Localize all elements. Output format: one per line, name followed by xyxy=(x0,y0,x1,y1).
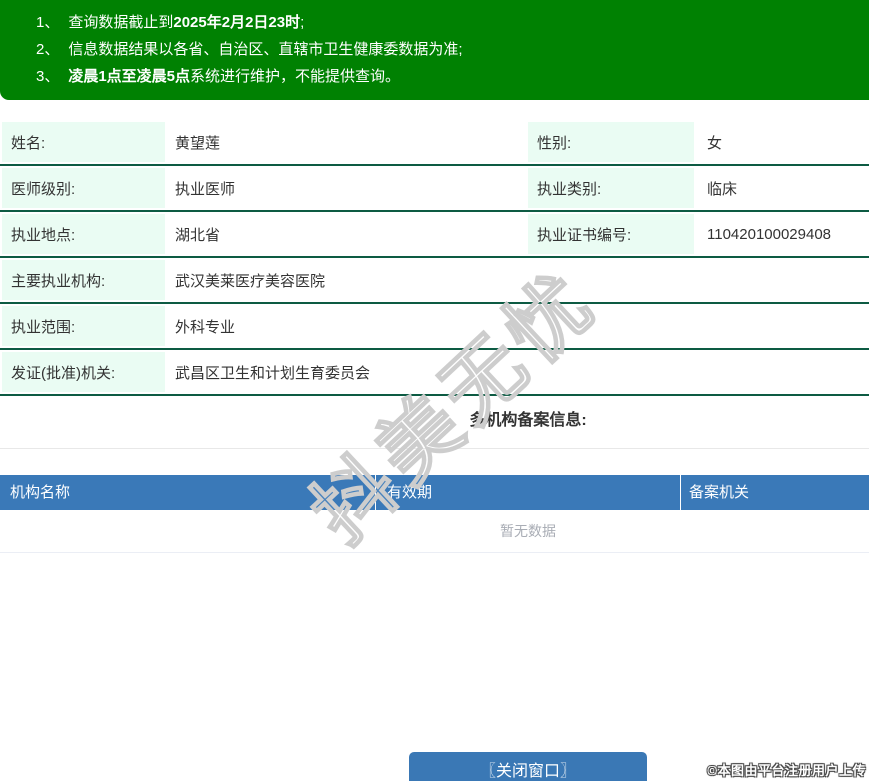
field-value-name: 黄望莲 xyxy=(175,134,221,152)
field-label-practice-location: 执业地点: xyxy=(2,214,165,254)
field-value-gender: 女 xyxy=(707,134,723,152)
column-header-filing-authority: 备案机关 xyxy=(680,475,869,510)
field-label-doctor-level: 医师级别: xyxy=(2,168,165,208)
field-value-certificate-number: 110420100029408 xyxy=(707,225,832,243)
notice-banner: 1、 查询数据截止到 2025年2月2日23时 ; 2、 信息数据结果以各省、自… xyxy=(0,0,869,100)
close-window-button[interactable]: 〖关闭窗口〗 xyxy=(409,752,647,781)
table-row: 姓名: 黄望莲 性别: 女 xyxy=(0,120,869,166)
page: 1、 查询数据截止到 2025年2月2日23时 ; 2、 信息数据结果以各省、自… xyxy=(0,0,869,781)
notice-text-bold: 2025年2月2日23时 xyxy=(173,14,301,31)
field-value-doctor-level: 执业医师 xyxy=(175,180,236,198)
table-row: 发证(批准)机关: 武昌区卫生和计划生育委员会 xyxy=(0,350,869,396)
notice-line-3: 3、 凌晨1点至凌晨5点 系统进行维护，不能提供查询。 xyxy=(36,63,869,90)
field-value-practice-location: 湖北省 xyxy=(175,226,221,244)
notice-text-bold: 凌晨1点至凌晨5点 xyxy=(68,68,191,85)
query-result-window: 1、 查询数据截止到 2025年2月2日23时 ; 2、 信息数据结果以各省、自… xyxy=(0,0,869,781)
multi-institution-section-title: 多机构备案信息: xyxy=(0,396,869,449)
field-label-practice-scope: 执业范围: xyxy=(2,306,165,346)
field-value-issuing-authority: 武昌区卫生和计划生育委员会 xyxy=(175,364,371,382)
empty-data-message: 暂无数据 xyxy=(0,510,869,553)
column-header-institution-name: 机构名称 xyxy=(10,484,71,501)
uploader-copyright-stamp: ©本图由平台注册用户上传 xyxy=(707,763,866,778)
table-row: 主要执业机构: 武汉美莱医疗美容医院 xyxy=(0,258,869,304)
field-label-issuing-authority: 发证(批准)机关: xyxy=(2,352,165,392)
field-value-practice-category: 临床 xyxy=(707,180,738,198)
field-label-gender: 性别: xyxy=(528,122,694,162)
notice-number: 1、 xyxy=(36,14,60,31)
field-label-name: 姓名: xyxy=(2,122,165,162)
notice-text: 查询数据截止到 xyxy=(68,14,174,31)
notice-line-2: 2、 信息数据结果以各省、自治区、直辖市卫生健康委数据为准; xyxy=(36,36,869,63)
notice-text: 系统进行维护，不能提供查询。 xyxy=(190,68,401,85)
notice-number: 3、 xyxy=(36,68,60,85)
notice-text: ; xyxy=(300,14,305,31)
notice-line-1: 1、 查询数据截止到 2025年2月2日23时 ; xyxy=(36,9,869,36)
field-label-certificate-number: 执业证书编号: xyxy=(528,214,694,254)
field-label-practice-category: 执业类别: xyxy=(528,168,694,208)
field-value-main-institution: 武汉美莱医疗美容医院 xyxy=(175,272,326,290)
table-row: 医师级别: 执业医师 执业类别: 临床 xyxy=(0,166,869,212)
filing-table-header: 机构名称 有效期 备案机关 xyxy=(0,475,869,510)
notice-text: 信息数据结果以各省、自治区、直辖市卫生健康委数据为准; xyxy=(68,41,463,58)
notice-number: 2、 xyxy=(36,41,60,58)
table-row: 执业地点: 湖北省 执业证书编号: 110420100029408 xyxy=(0,212,869,258)
column-header-validity-period: 有效期 xyxy=(375,475,680,510)
field-value-practice-scope: 外科专业 xyxy=(175,318,236,336)
practitioner-info-table: 姓名: 黄望莲 性别: 女 医师级别: 执业医师 执业类别: 临床 执业地点: … xyxy=(0,120,869,396)
field-label-main-institution: 主要执业机构: xyxy=(2,260,165,300)
table-row: 执业范围: 外科专业 xyxy=(0,304,869,350)
